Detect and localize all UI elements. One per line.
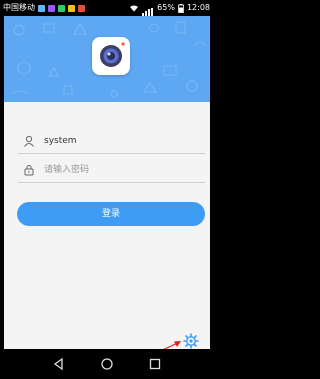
battery-icon [178,3,184,13]
status-bar-left: 中国移动 [3,0,85,16]
username-value: system [44,136,77,146]
notification-icon [58,4,65,12]
home-circle-icon[interactable] [100,357,114,371]
navigation-bar [0,349,214,379]
phone-screen: 中国移动 65% 12:08 system 请输入密码 登录 [0,0,214,379]
password-placeholder: 请输入密码 [44,165,90,175]
header-banner [4,16,210,102]
login-screen: system 请输入密码 登录 [4,16,210,359]
signal-icon [142,0,154,16]
status-bar-right: 65% 12:08 [129,0,210,16]
user-icon [24,135,34,147]
carrier-label: 中国移动 [3,3,35,12]
wifi-icon [130,5,139,12]
battery-percent: 65% [157,3,175,12]
notification-icon [38,4,45,12]
camera-lens-icon [100,42,125,67]
back-triangle-icon[interactable] [52,357,66,371]
notification-icon [68,4,75,12]
gear-icon[interactable] [182,332,200,350]
password-field[interactable]: 请输入密码 [18,160,205,183]
app-logo-icon [92,37,130,75]
username-field[interactable]: system [18,131,205,154]
notification-icon [48,4,55,12]
notification-icon [78,4,85,12]
clock: 12:08 [186,3,210,12]
status-bar: 中国移动 65% 12:08 [0,0,214,16]
login-button[interactable]: 登录 [17,202,205,226]
lock-icon [24,165,34,176]
recents-square-icon[interactable] [148,357,162,371]
